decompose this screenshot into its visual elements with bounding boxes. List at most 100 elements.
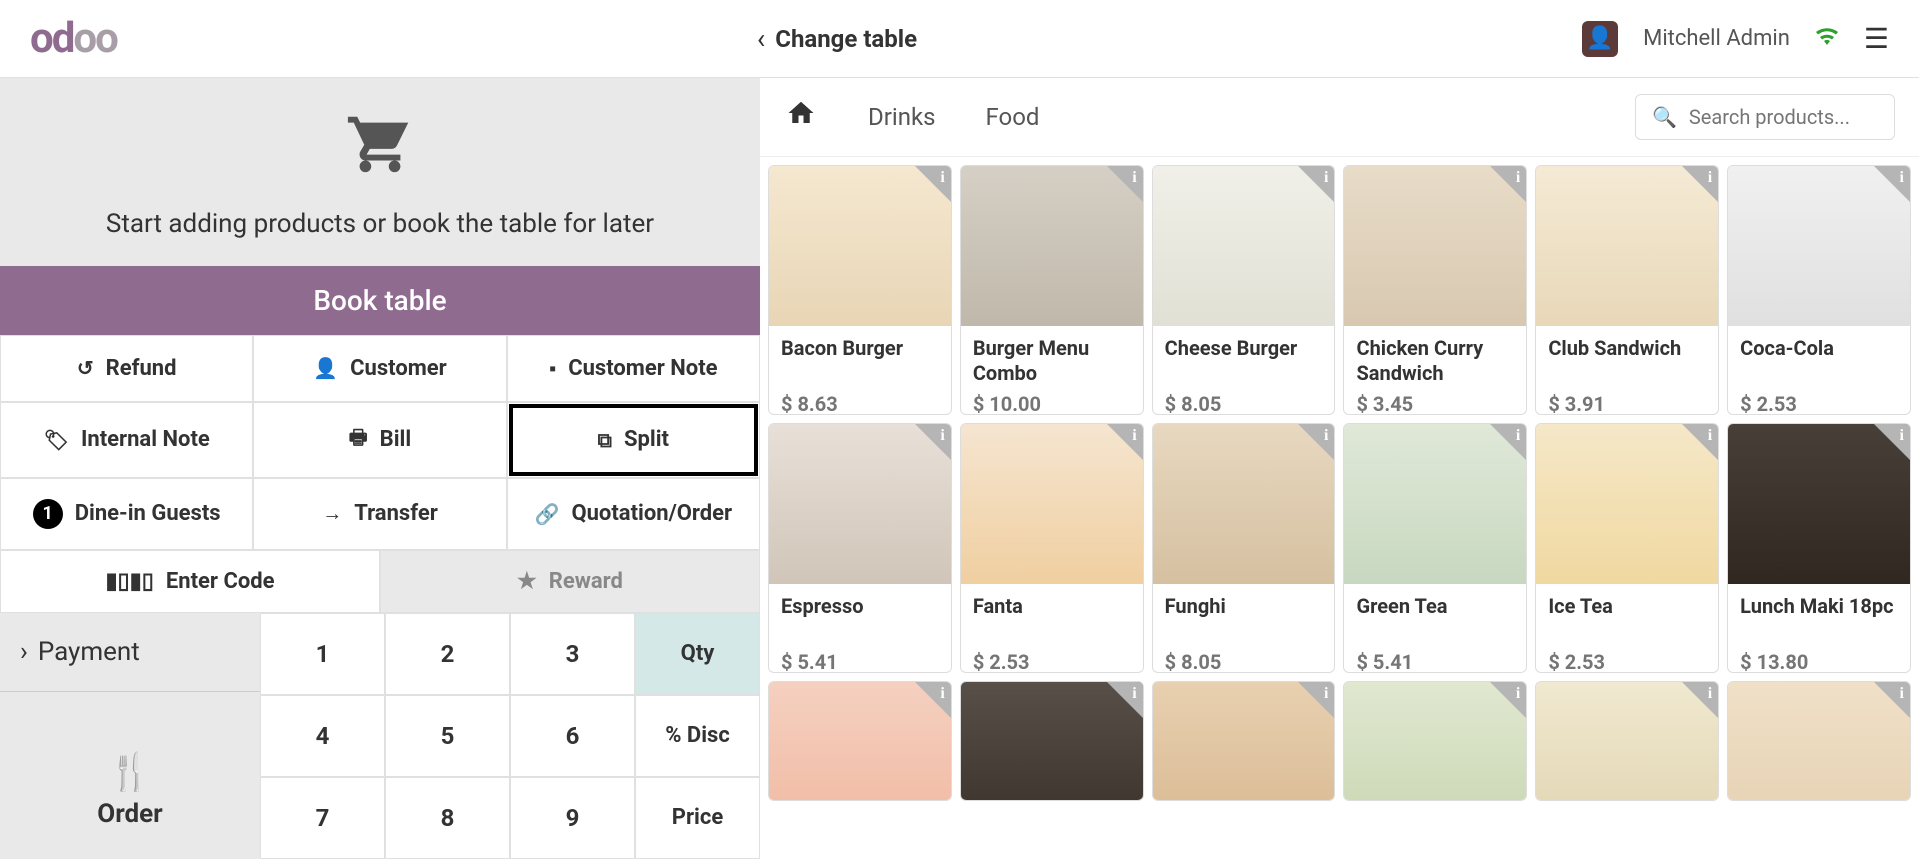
numpad-qty[interactable]: Qty: [635, 613, 760, 695]
info-corner[interactable]: [1298, 682, 1334, 718]
info-icon[interactable]: i: [1132, 169, 1136, 187]
info-icon[interactable]: i: [1900, 169, 1904, 187]
product-card[interactable]: iBacon Burger$ 8.63: [768, 165, 952, 415]
payment-button[interactable]: ›Payment: [0, 613, 260, 692]
reward-button[interactable]: ★Reward: [380, 550, 760, 613]
odoo-logo[interactable]: odoo: [30, 14, 117, 63]
product-card[interactable]: i: [1152, 681, 1336, 801]
info-corner[interactable]: [1298, 424, 1334, 460]
info-icon[interactable]: i: [1708, 169, 1712, 187]
info-icon[interactable]: i: [1132, 685, 1136, 703]
product-card[interactable]: iLunch Maki 18pc$ 13.80: [1727, 423, 1911, 673]
bill-button[interactable]: 🖶Bill: [253, 402, 506, 478]
info-icon[interactable]: i: [1324, 427, 1328, 445]
book-table-button[interactable]: Book table: [0, 266, 760, 335]
avatar[interactable]: 👤: [1582, 21, 1618, 57]
category-food[interactable]: Food: [986, 103, 1040, 131]
barcode-icon: ▮▯▮▯: [105, 569, 153, 594]
info-icon[interactable]: i: [1324, 685, 1328, 703]
product-card[interactable]: iFanta$ 2.53: [960, 423, 1144, 673]
search-input[interactable]: [1689, 105, 1878, 129]
arrow-right-icon: →: [322, 501, 342, 526]
refund-button[interactable]: ↺Refund: [0, 335, 253, 402]
info-corner[interactable]: [1490, 424, 1526, 460]
product-image: i: [1153, 166, 1335, 326]
info-corner[interactable]: [1490, 166, 1526, 202]
info-corner[interactable]: [1682, 682, 1718, 718]
product-card[interactable]: i: [1535, 681, 1719, 801]
enter-code-button[interactable]: ▮▯▮▯Enter Code: [0, 550, 380, 613]
info-corner[interactable]: [1874, 424, 1910, 460]
change-table-button[interactable]: ‹ Change table: [757, 22, 917, 55]
info-corner[interactable]: [915, 424, 951, 460]
product-price: $ 8.05: [1165, 392, 1323, 415]
product-card[interactable]: iCoca-Cola$ 2.53: [1727, 165, 1911, 415]
info-icon[interactable]: i: [1708, 685, 1712, 703]
product-card[interactable]: iIce Tea$ 2.53: [1535, 423, 1719, 673]
info-corner[interactable]: [1490, 682, 1526, 718]
product-price: $ 5.41: [781, 650, 939, 673]
product-card[interactable]: iGreen Tea$ 5.41: [1343, 423, 1527, 673]
product-card[interactable]: iCheese Burger$ 8.05: [1152, 165, 1336, 415]
product-card[interactable]: i: [1727, 681, 1911, 801]
numpad-disc[interactable]: % Disc: [635, 695, 760, 777]
numpad-4[interactable]: 4: [260, 695, 385, 777]
customer-button[interactable]: 👤Customer: [253, 335, 506, 402]
numpad-7[interactable]: 7: [260, 777, 385, 859]
internal-note-button[interactable]: 🏷Internal Note: [0, 402, 253, 478]
quotation-button[interactable]: 🔗Quotation/Order: [507, 478, 760, 550]
info-corner[interactable]: [1107, 424, 1143, 460]
product-card[interactable]: i: [1343, 681, 1527, 801]
guests-button[interactable]: 1Dine-in Guests: [0, 478, 253, 550]
info-corner[interactable]: [915, 166, 951, 202]
product-image: i: [1536, 166, 1718, 326]
numpad-9[interactable]: 9: [510, 777, 635, 859]
product-image: i: [1536, 682, 1718, 801]
numpad-3[interactable]: 3: [510, 613, 635, 695]
product-card[interactable]: iClub Sandwich$ 3.91: [1535, 165, 1719, 415]
product-card[interactable]: i: [960, 681, 1144, 801]
home-icon[interactable]: [784, 97, 818, 137]
numpad-1[interactable]: 1: [260, 613, 385, 695]
info-corner[interactable]: [1298, 166, 1334, 202]
info-corner[interactable]: [1874, 682, 1910, 718]
category-drinks[interactable]: Drinks: [868, 103, 936, 131]
product-card[interactable]: iFunghi$ 8.05: [1152, 423, 1336, 673]
info-corner[interactable]: [1874, 166, 1910, 202]
info-icon[interactable]: i: [1516, 685, 1520, 703]
order-button[interactable]: 🍴 Order: [0, 711, 260, 859]
hamburger-menu-icon[interactable]: ☰: [1864, 22, 1889, 55]
info-icon[interactable]: i: [1708, 427, 1712, 445]
product-card[interactable]: i: [768, 681, 952, 801]
product-card[interactable]: iChicken Curry Sandwich$ 3.45: [1343, 165, 1527, 415]
transfer-button[interactable]: →Transfer: [253, 478, 506, 550]
info-icon[interactable]: i: [1900, 685, 1904, 703]
info-icon[interactable]: i: [940, 169, 944, 187]
numpad-6[interactable]: 6: [510, 695, 635, 777]
numpad-price[interactable]: Price: [635, 777, 760, 859]
numpad-8[interactable]: 8: [385, 777, 510, 859]
info-icon[interactable]: i: [940, 685, 944, 703]
info-icon[interactable]: i: [1516, 427, 1520, 445]
info-corner[interactable]: [915, 682, 951, 718]
product-name: Espresso: [781, 594, 939, 646]
product-card[interactable]: i Espresso $ 5.41: [768, 423, 952, 673]
info-corner[interactable]: [1107, 682, 1143, 718]
search-box[interactable]: 🔍: [1635, 94, 1895, 140]
product-name: Coca-Cola: [1740, 336, 1898, 388]
numpad-5[interactable]: 5: [385, 695, 510, 777]
info-corner[interactable]: [1682, 424, 1718, 460]
info-corner[interactable]: [1682, 166, 1718, 202]
search-icon: 🔍: [1652, 105, 1677, 129]
info-icon[interactable]: i: [1132, 427, 1136, 445]
info-icon[interactable]: i: [940, 427, 944, 445]
info-corner[interactable]: [1107, 166, 1143, 202]
info-icon[interactable]: i: [1516, 169, 1520, 187]
customer-note-button[interactable]: ▪Customer Note: [507, 335, 760, 402]
info-icon[interactable]: i: [1900, 427, 1904, 445]
product-image: i: [1728, 166, 1910, 326]
info-icon[interactable]: i: [1324, 169, 1328, 187]
product-card[interactable]: iBurger Menu Combo$ 10.00: [960, 165, 1144, 415]
numpad-2[interactable]: 2: [385, 613, 510, 695]
split-button[interactable]: ⧉Split: [507, 402, 760, 478]
